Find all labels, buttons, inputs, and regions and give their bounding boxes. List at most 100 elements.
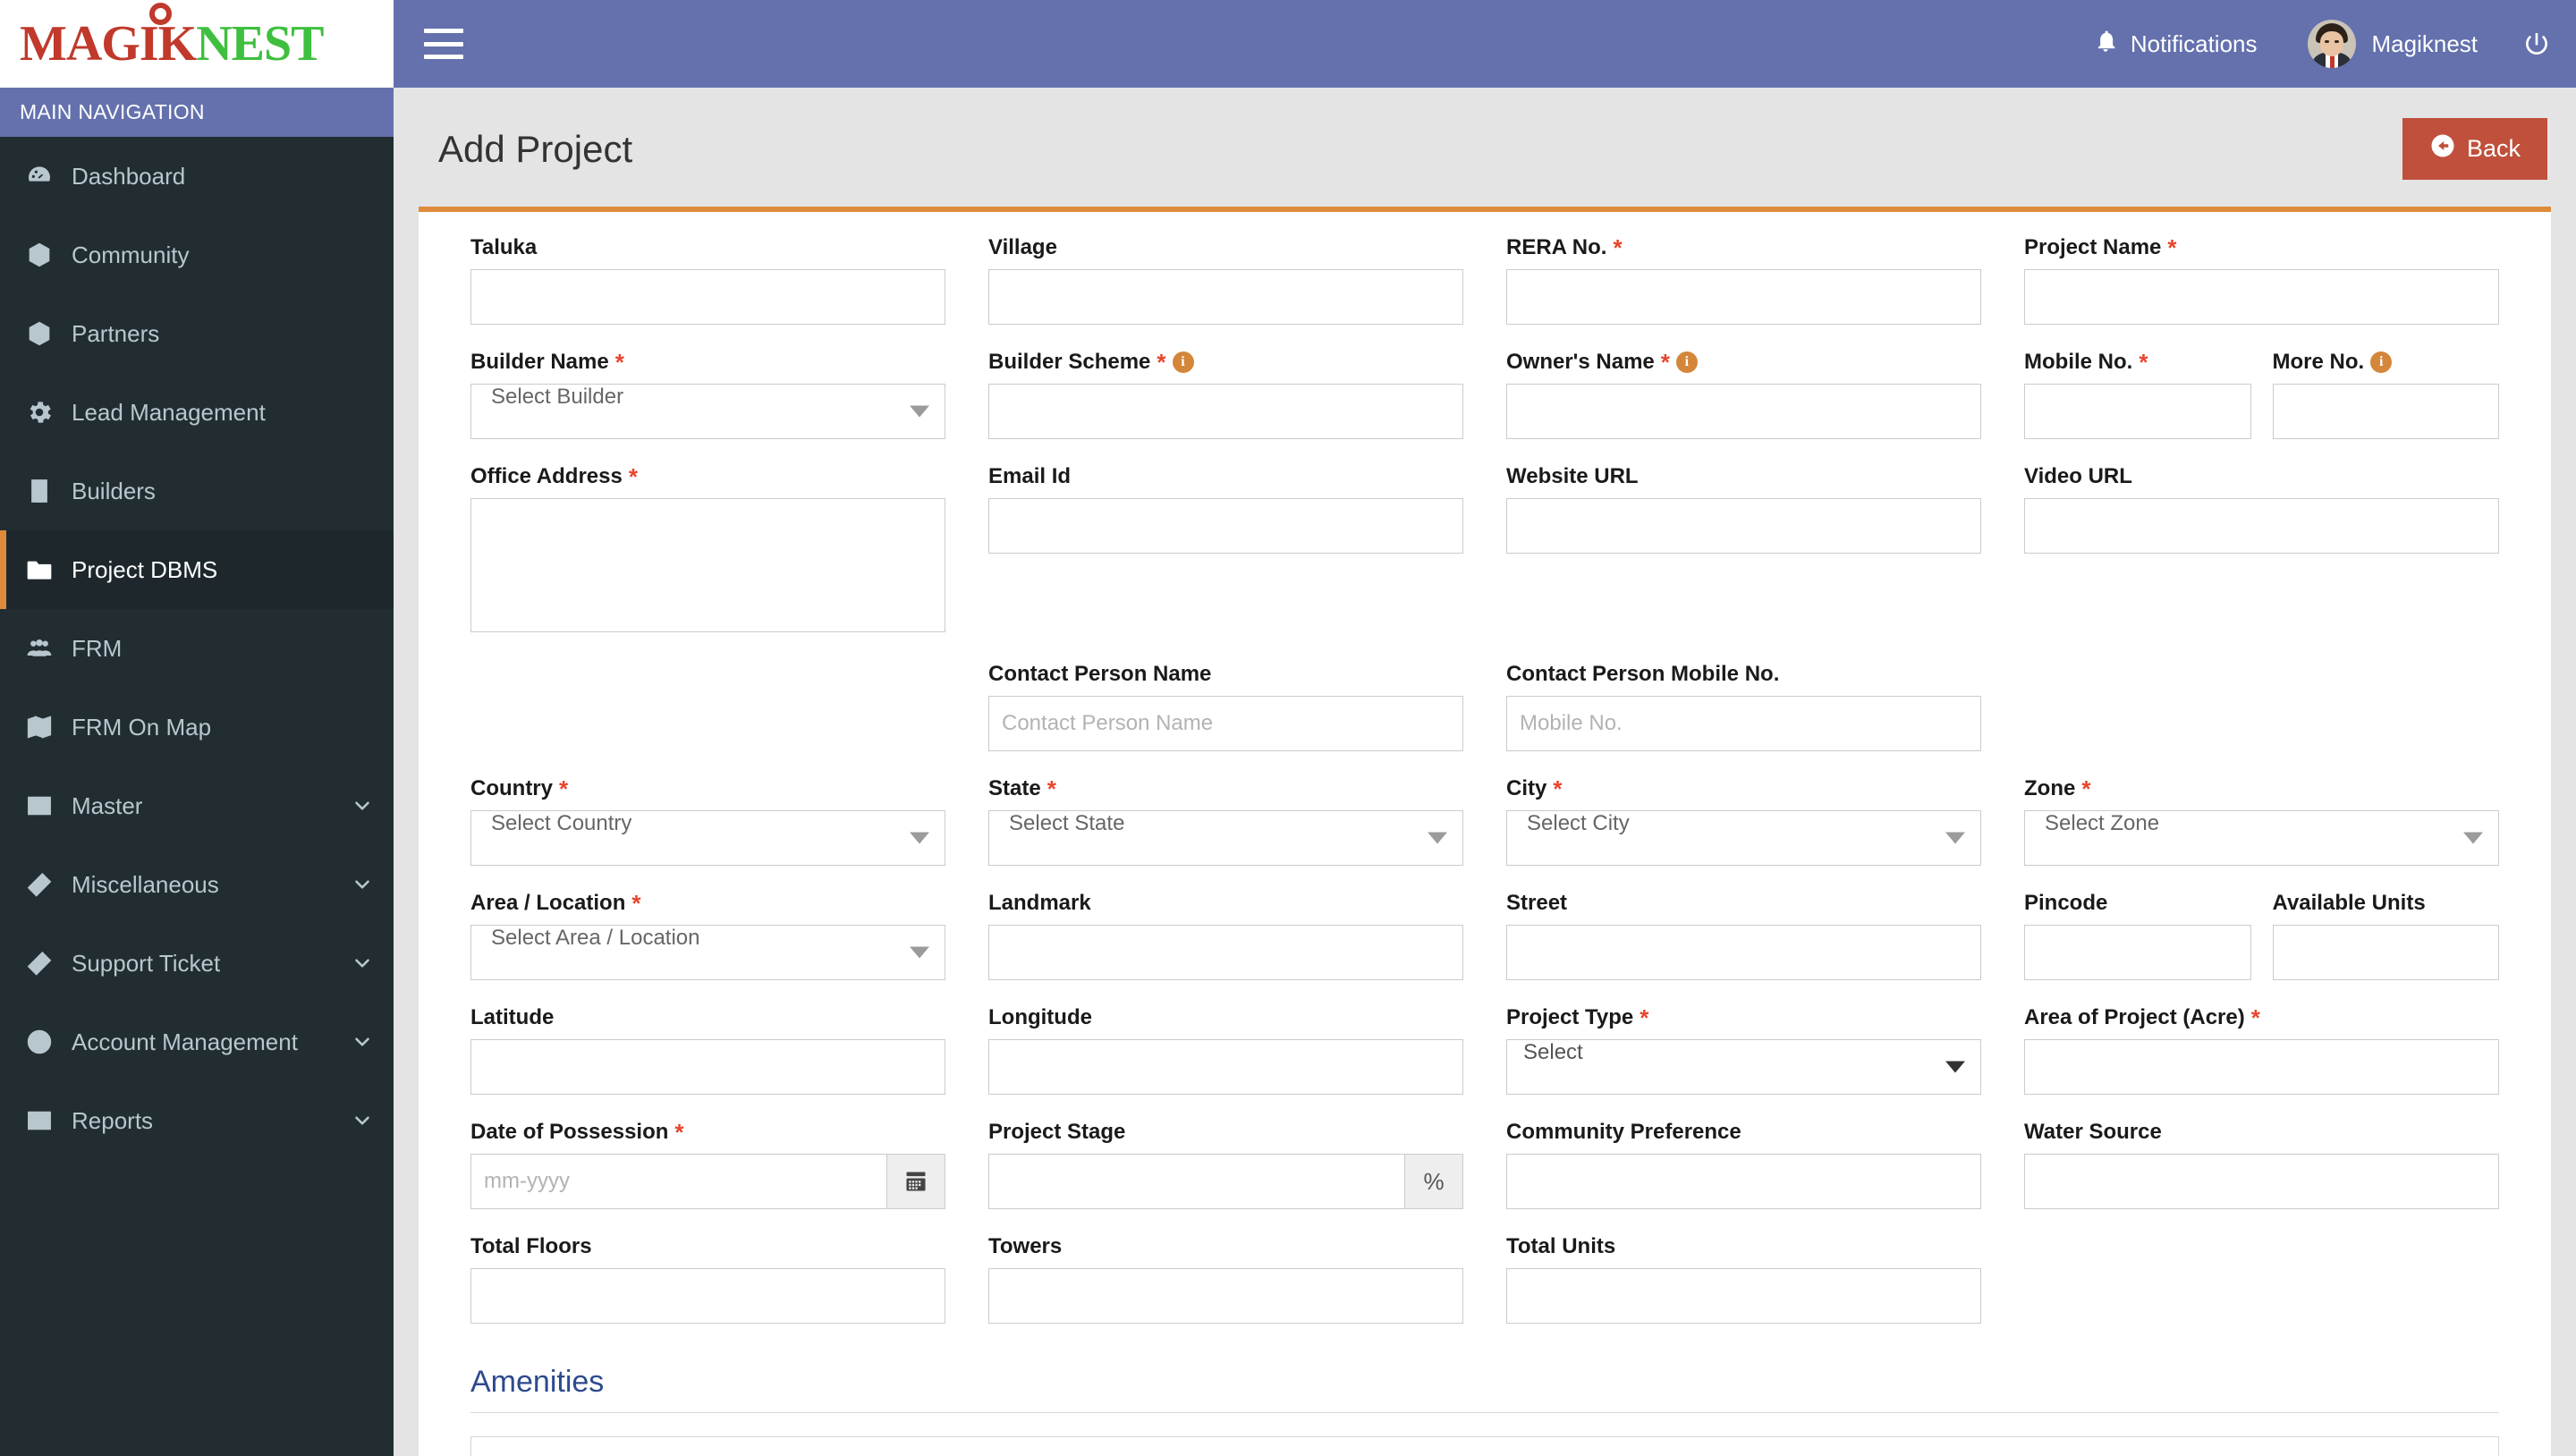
sidebar-item-label: Lead Management [72, 398, 266, 426]
field-state: State * Select State [988, 776, 1463, 866]
sidebar-item-reports[interactable]: Reports [0, 1081, 394, 1160]
office-address-textarea[interactable] [470, 498, 945, 632]
field-label: Towers [988, 1234, 1463, 1259]
builder-name-select[interactable]: Select Builder [470, 384, 945, 439]
required-marker: * [674, 1119, 684, 1146]
community-preference-input[interactable] [1506, 1154, 1981, 1209]
latitude-input[interactable] [470, 1039, 945, 1095]
field-street: Street [1506, 891, 1981, 980]
sidebar-item-builders[interactable]: Builders [0, 452, 394, 530]
project-type-select[interactable]: Select [1506, 1039, 1981, 1095]
country-select[interactable]: Select Country [470, 810, 945, 866]
towers-input[interactable] [988, 1268, 1463, 1324]
project-stage-input[interactable] [988, 1154, 1404, 1209]
contact-person-name-input[interactable] [988, 696, 1463, 751]
project-name-input[interactable] [2024, 269, 2499, 325]
field-label: City * [1506, 776, 1981, 801]
sidebar-item-community[interactable]: Community [0, 216, 394, 294]
field-label-text: State [988, 776, 1041, 800]
village-input[interactable] [988, 269, 1463, 325]
available-units-input[interactable] [2272, 925, 2499, 980]
sidebar-item-support-ticket[interactable]: Support Ticket [0, 924, 394, 1003]
area-location-select[interactable]: Select Area / Location [470, 925, 945, 980]
email-id-input[interactable] [988, 498, 1463, 554]
sidebar-item-frm-on-map[interactable]: FRM On Map [0, 688, 394, 766]
dashboard-icon [25, 162, 72, 190]
partners-icon [25, 319, 72, 348]
zone-select[interactable]: Select Zone [2024, 810, 2499, 866]
contact-person-mobile-no-input[interactable] [1506, 696, 1981, 751]
info-icon[interactable]: i [1172, 351, 1194, 373]
sidebar-item-partners[interactable]: Partners [0, 294, 394, 373]
form-row: Latitude Longitude Project Type * Select Area… [449, 1005, 2521, 1114]
water-source-input[interactable] [2024, 1154, 2499, 1209]
chevron-down-icon[interactable] [351, 952, 374, 975]
field-label: Office Address * [470, 464, 945, 489]
field-label: Village [988, 235, 1463, 260]
field-label: Contact Person Name [988, 662, 1463, 687]
back-button[interactable]: Back [2402, 118, 2547, 180]
field-project-stage: Project Stage% [988, 1120, 1463, 1209]
area-location-select-wrapper: Select Area / Location [470, 925, 945, 980]
sidebar-item-lead-management[interactable]: Lead Management [0, 373, 394, 452]
pincode-input[interactable] [2024, 925, 2251, 980]
sidebar-item-frm[interactable]: FRM [0, 609, 394, 688]
owner-s-name-input[interactable] [1506, 384, 1981, 439]
total-units-input[interactable] [1506, 1268, 1981, 1324]
street-input[interactable] [1506, 925, 1981, 980]
video-url-input[interactable] [2024, 498, 2499, 554]
total-floors-input[interactable] [470, 1268, 945, 1324]
chevron-down-icon[interactable] [351, 1109, 374, 1132]
field-label-text: Area / Location [470, 891, 626, 915]
field-area-of-project-acre: Area of Project (Acre) * [2024, 1005, 2499, 1095]
content-scroll: Add Project Back Taluka Village RERA No. * P… [394, 88, 2576, 1456]
mobile-no-input[interactable] [2024, 384, 2251, 439]
more-no-input[interactable] [2272, 384, 2499, 439]
info-icon[interactable]: i [1675, 351, 1698, 373]
hamburger-icon[interactable] [424, 29, 463, 59]
chevron-down-icon[interactable] [351, 794, 374, 817]
field-label: Email Id [988, 464, 1463, 489]
date-of-possession-input[interactable] [470, 1154, 886, 1209]
area-of-project-acre-input[interactable] [2024, 1039, 2499, 1095]
date-of-possession-input-group [470, 1154, 945, 1209]
calendar-icon[interactable] [886, 1154, 945, 1209]
project-stage-input-group: % [988, 1154, 1463, 1209]
table-icon [25, 791, 72, 820]
chevron-down-icon[interactable] [351, 1030, 374, 1054]
builder-scheme-input[interactable] [988, 384, 1463, 439]
info-icon[interactable]: i [2370, 351, 2393, 373]
user-menu[interactable]: Magiknest [2283, 20, 2504, 68]
field-label: Landmark [988, 891, 1463, 916]
field-label-text: Owner's Name [1506, 350, 1655, 374]
field-village: Village [988, 235, 1463, 325]
field-label-text: Office Address [470, 464, 623, 488]
taluka-input[interactable] [470, 269, 945, 325]
chevron-down-icon[interactable] [351, 873, 374, 896]
sidebar-item-dashboard[interactable]: Dashboard [0, 137, 394, 216]
split-control-a [2024, 925, 2251, 980]
field-label: Project Stage [988, 1120, 1463, 1145]
landmark-input[interactable] [988, 925, 1463, 980]
notifications-label: Notifications [2130, 30, 2258, 57]
sidebar-item-master[interactable]: Master [0, 766, 394, 845]
form-column: Total Units [1485, 1234, 2003, 1343]
city-select[interactable]: Select City [1506, 810, 1981, 866]
state-select[interactable]: Select State [988, 810, 1463, 866]
sidebar-item-account-management[interactable]: Account Management [0, 1003, 394, 1081]
website-url-input[interactable] [1506, 498, 1981, 554]
longitude-input[interactable] [988, 1039, 1463, 1095]
brand-logo[interactable]: MAGIKNEST [0, 0, 394, 88]
field-contact-person-mobile-no: Contact Person Mobile No. [1506, 662, 1981, 751]
field-label-text: City [1506, 776, 1547, 800]
form-column: Village [967, 235, 1485, 344]
field-builder-scheme: Builder Scheme * i [988, 350, 1463, 439]
sidebar-item-project-dbms[interactable]: Project DBMS [0, 530, 394, 609]
field-label: Water Source [2024, 1120, 2499, 1145]
notifications-button[interactable]: Notifications [2068, 29, 2283, 60]
rera-no-input[interactable] [1506, 269, 1981, 325]
avatar [2307, 20, 2356, 68]
field-country: Country * Select Country [470, 776, 945, 866]
sidebar-item-miscellaneous[interactable]: Miscellaneous [0, 845, 394, 924]
power-icon[interactable] [2503, 30, 2551, 58]
